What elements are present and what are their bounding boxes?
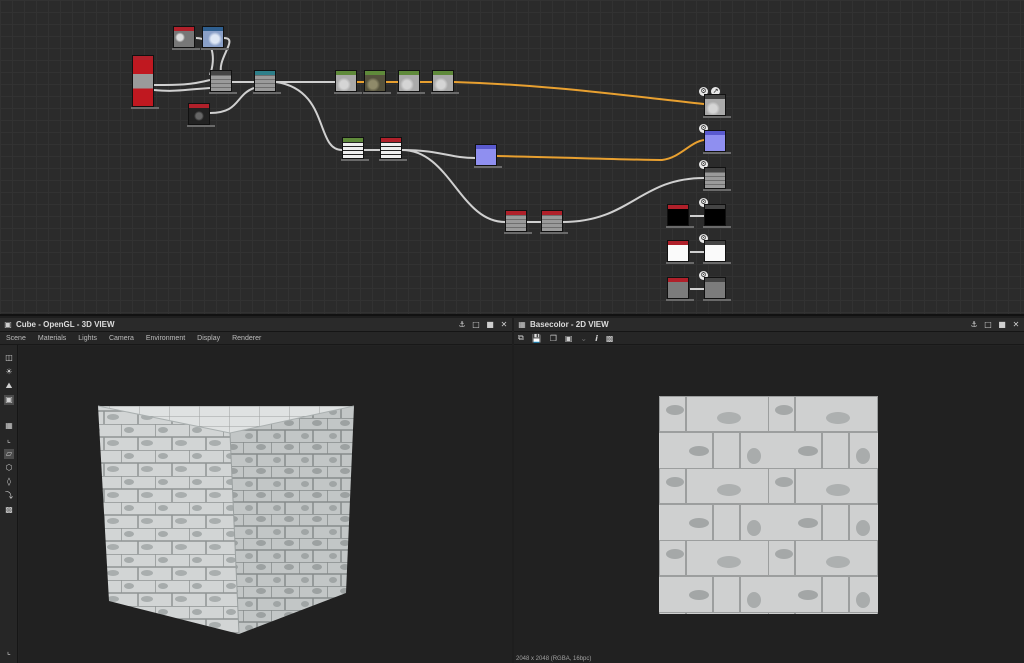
maximize-icon[interactable]: ■	[486, 320, 494, 329]
panel-3d-menubar: Scene Materials Lights Camera Environmen…	[0, 332, 512, 345]
graph-node-noise-a[interactable]	[172, 26, 200, 50]
cube-render	[97, 405, 355, 635]
menu-scene[interactable]: Scene	[6, 335, 26, 342]
output-height[interactable]	[703, 167, 731, 191]
display-icon[interactable]: ▣	[4, 395, 14, 405]
graph-node-uniform-gray[interactable]	[666, 277, 694, 301]
panel-2d-title: Basecolor - 2D VIEW	[530, 320, 609, 329]
panel-2d-titlebar: ▦ Basecolor - 2D VIEW ⚓ □ ■ ✕	[514, 318, 1024, 332]
duplicate-icon[interactable]: ❐	[550, 334, 557, 343]
graph-node-mask[interactable]	[131, 55, 159, 109]
info-icon[interactable]: i	[595, 334, 598, 343]
histogram-icon[interactable]: ▩	[606, 334, 614, 343]
restore-icon[interactable]: □	[472, 320, 480, 329]
graph-node-height-1[interactable]	[504, 210, 532, 234]
uv-dropdown-icon[interactable]: ⌄	[580, 334, 587, 343]
image-view-icon: ▦	[518, 319, 526, 329]
panel-3d-view: ▣ Cube - OpenGL - 3D VIEW ⚓ □ ■ ✕ Scene …	[0, 318, 512, 663]
graph-node-blend-b[interactable]	[253, 70, 281, 94]
output-ao[interactable]	[703, 240, 731, 264]
graph-node-height-2[interactable]	[540, 210, 568, 234]
cube-view-icon[interactable]: ▱	[4, 449, 14, 459]
menu-environment[interactable]: Environment	[146, 335, 185, 342]
panel-3d-titlebar: ▣ Cube - OpenGL - 3D VIEW ⚓ □ ■ ✕	[0, 318, 512, 332]
graph-node-uniform-black[interactable]	[666, 204, 694, 228]
pin-icon[interactable]: ⚓	[458, 320, 466, 329]
panel-3d-toolstrip: ◫ ☀ ⛰ ▣ ▦ ⌞ ▱ ⬡ ◊ ⤵ ▩ ⌞	[0, 345, 18, 663]
graph-node-color-1[interactable]	[334, 70, 362, 94]
output-metallic[interactable]	[703, 204, 731, 228]
panel-2d-view: ▦ Basecolor - 2D VIEW ⚓ □ ■ ✕ ⧉ 💾 ❐ ▣ ⌄ …	[514, 318, 1024, 663]
close-icon[interactable]: ✕	[1012, 320, 1020, 329]
node-graph[interactable]: ⚙ ↗ ⚙ ⚙ ⚙ ⚙ ⚙	[0, 0, 1024, 316]
viewport-3d[interactable]	[19, 346, 512, 663]
mesh-icon[interactable]: ⬡	[4, 463, 14, 473]
graph-node-grunge[interactable]	[187, 103, 215, 127]
graph-node-color-4[interactable]	[431, 70, 459, 94]
output-roughness[interactable]	[703, 277, 731, 301]
copy-icon[interactable]: ⧉	[518, 333, 524, 343]
basecolor-texture	[659, 396, 878, 614]
menu-display[interactable]: Display	[197, 335, 220, 342]
graph-node-brick-1[interactable]	[341, 137, 369, 161]
panel-2d-toolbar: ⧉ 💾 ❐ ▣ ⌄ i ▩	[514, 332, 1024, 345]
axis-gizmo-icon[interactable]: ⌞	[4, 647, 14, 657]
menu-lights[interactable]: Lights	[78, 335, 97, 342]
menu-materials[interactable]: Materials	[38, 335, 66, 342]
close-icon[interactable]: ✕	[500, 320, 508, 329]
graph-node-brick-2[interactable]	[379, 137, 407, 161]
restore-icon[interactable]: □	[984, 320, 992, 329]
panel-3d-title: Cube - OpenGL - 3D VIEW	[16, 320, 115, 329]
graph-node-blend-a[interactable]	[209, 70, 237, 94]
output-basecolor[interactable]	[703, 94, 731, 118]
graph-node-uniform-white[interactable]	[666, 240, 694, 264]
viewport-2d[interactable]: 2048 x 2048 (RGBA, 16bpc)	[514, 346, 1024, 663]
light-direction-icon[interactable]: ⤵	[4, 491, 14, 501]
save-icon[interactable]: 💾	[532, 334, 542, 343]
axes-icon[interactable]: ⌞	[4, 435, 14, 445]
pin-icon[interactable]: ⚓	[970, 320, 978, 329]
graph-connections	[153, 37, 705, 290]
layers-icon[interactable]: ◊	[4, 477, 14, 487]
menu-camera[interactable]: Camera	[109, 335, 134, 342]
maximize-icon[interactable]: ■	[998, 320, 1006, 329]
light-icon[interactable]: ☀	[4, 367, 14, 377]
output-normal[interactable]	[703, 130, 731, 154]
cube-icon: ▣	[4, 319, 12, 329]
stats-icon[interactable]: ▩	[4, 505, 14, 515]
graph-node-color-2[interactable]	[363, 70, 391, 94]
graph-node-normal[interactable]	[474, 144, 502, 168]
screenshot-icon[interactable]: ▣	[565, 334, 573, 343]
environment-icon[interactable]: ⛰	[4, 381, 14, 391]
menu-renderer[interactable]: Renderer	[232, 335, 261, 342]
texture-info-status: 2048 x 2048 (RGBA, 16bpc)	[516, 656, 592, 662]
camera-icon[interactable]: ◫	[4, 353, 14, 363]
graph-node-color-3[interactable]	[397, 70, 425, 94]
graph-node-noise-b[interactable]	[201, 26, 229, 50]
frame-icon[interactable]: ▦	[4, 421, 14, 431]
